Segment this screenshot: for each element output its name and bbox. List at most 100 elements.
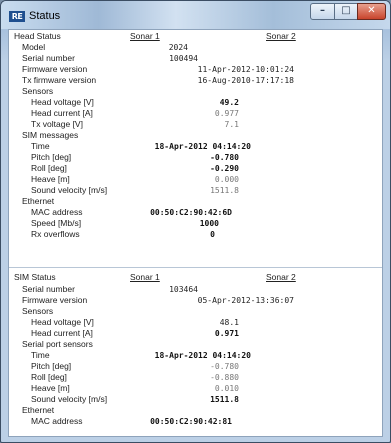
head-status-group: Head Status Sonar 1 Sonar 2 Model 2024 S… [9,30,382,263]
sim-messages-row: SIM messages [9,130,382,141]
sim-ethernet-label: Ethernet [22,405,55,415]
sim-status-header: SIM Status Sonar 1 Sonar 2 [9,272,382,283]
sim-head-voltage-row: Head voltage [V] 48.1 [9,317,382,328]
model-value: 2024 [168,43,188,52]
rx-overflows-value: 0 [210,230,215,239]
head-current-row: Head current [A] 0.977 [9,108,382,119]
serial-row: Serial number 100494 [9,53,382,64]
sim-heave-row: Heave [m] 0.010 [9,383,382,394]
mac-value: 00:50:C2:90:42:6D [150,208,232,217]
title-bar[interactable]: RE Status – □ ✕ [1,1,390,29]
sim-sensors-label: Sensors [22,306,54,316]
speed-row: Speed [Mb/s] 1000 [9,218,382,229]
tx-firmware-value: 16-Aug-2010-17:17:18 [197,76,294,85]
sim-pitch-row: Pitch [deg] -0.780 [9,361,382,372]
sim-head-current-value: 0.971 [214,329,239,338]
ethernet-row: Ethernet [9,196,382,207]
ethernet-label: Ethernet [22,196,55,206]
sim-time-row: Time 18-Apr-2012 04:14:20 [9,350,382,361]
sim-messages-label: SIM messages [22,130,79,140]
sonar2-column-header: Sonar 2 [266,31,296,41]
window-title: Status [29,10,61,22]
sim-heave-label: Heave [m] [31,383,70,393]
pitch-label: Pitch [deg] [31,152,72,162]
sensors-label: Sensors [22,86,54,96]
sim-sound-velocity-value: 1511.8 [210,395,239,404]
tx-voltage-label: Tx voltage [V] [31,119,83,129]
serial-value: 100494 [169,54,198,63]
rx-overflows-label: Rx overflows [31,229,80,239]
sim-roll-value: -0.880 [210,373,239,382]
sim-sound-velocity-row: Sound velocity [m/s] 1511.8 [9,394,382,405]
sim-roll-row: Roll [deg] -0.880 [9,372,382,383]
mac-label: MAC address [31,207,83,217]
sim-sonar1-column-header: Sonar 1 [130,272,160,282]
sim-heave-value: 0.010 [214,384,239,393]
firmware-label: Firmware version [22,64,88,74]
sim-sound-velocity-label: Sound velocity [m/s] [31,394,108,404]
sim-firmware-row: Firmware version 05-Apr-2012-13:36:07 [9,295,382,306]
sim-sensors-row: Sensors [9,306,382,317]
sim-pitch-label: Pitch [deg] [31,361,72,371]
status-panel: Head Status Sonar 1 Sonar 2 Model 2024 S… [8,29,383,437]
sound-velocity-label: Sound velocity [m/s] [31,185,108,195]
sim-head-voltage-label: Head voltage [V] [31,317,94,327]
serial-label: Serial number [22,53,75,63]
sound-velocity-row: Sound velocity [m/s] 1511.8 [9,185,382,196]
time-row: Time 18-Apr-2012 04:14:20 [9,141,382,152]
minimize-button[interactable]: – [310,3,335,20]
model-row: Model 2024 [9,42,382,53]
sensors-row: Sensors [9,86,382,97]
tx-firmware-row: Tx firmware version 16-Aug-2010-17:17:18 [9,75,382,86]
head-status-header: Head Status Sonar 1 Sonar 2 [9,31,382,42]
sim-sonar2-column-header: Sonar 2 [266,272,296,282]
tx-voltage-value: 7.1 [224,120,239,129]
time-label: Time [31,141,50,151]
head-current-value: 0.977 [214,109,239,118]
head-voltage-value: 49.2 [219,98,239,107]
sim-firmware-label: Firmware version [22,295,88,305]
pitch-row: Pitch [deg] -0.780 [9,152,382,163]
tx-firmware-label: Tx firmware version [22,75,97,85]
sim-firmware-value: 05-Apr-2012-13:36:07 [197,296,294,305]
roll-value: -0.290 [210,164,239,173]
sim-serial-value: 103464 [169,285,198,294]
head-status-title: Head Status [14,31,61,41]
sim-mac-row: MAC address 00:50:C2:90:42:81 [9,416,382,427]
serial-port-sensors-row: Serial port sensors [9,339,382,350]
sim-mac-label: MAC address [31,416,83,426]
sim-status-title: SIM Status [14,272,56,282]
sim-time-label: Time [31,350,50,360]
head-current-label: Head current [A] [31,108,93,118]
serial-port-sensors-label: Serial port sensors [22,339,93,349]
maximize-button[interactable]: □ [334,3,358,20]
status-window: RE Status – □ ✕ Head Status Sonar 1 Sona… [0,0,391,443]
tx-voltage-row: Tx voltage [V] 7.1 [9,119,382,130]
sim-head-current-row: Head current [A] 0.971 [9,328,382,339]
sonar1-column-header: Sonar 1 [130,31,160,41]
sim-pitch-value: -0.780 [210,362,239,371]
sim-status-group: SIM Status Sonar 1 Sonar 2 Serial number… [9,267,382,436]
heave-label: Heave [m] [31,174,70,184]
sim-time-value: 18-Apr-2012 04:14:20 [154,351,251,360]
firmware-value: 11-Apr-2012-10:01:24 [197,65,294,74]
time-value: 18-Apr-2012 04:14:20 [154,142,251,151]
heave-row: Heave [m] 0.000 [9,174,382,185]
speed-value: 1000 [199,219,219,228]
sound-velocity-value: 1511.8 [210,186,239,195]
roll-row: Roll [deg] -0.290 [9,163,382,174]
pitch-value: -0.780 [210,153,239,162]
sim-head-current-label: Head current [A] [31,328,93,338]
head-voltage-label: Head voltage [V] [31,97,94,107]
close-button[interactable]: ✕ [357,3,386,20]
firmware-row: Firmware version 11-Apr-2012-10:01:24 [9,64,382,75]
sim-serial-row: Serial number 103464 [9,284,382,295]
sim-serial-label: Serial number [22,284,75,294]
sim-head-voltage-value: 48.1 [219,318,239,327]
heave-value: 0.000 [214,175,239,184]
sim-ethernet-row: Ethernet [9,405,382,416]
head-voltage-row: Head voltage [V] 49.2 [9,97,382,108]
sim-mac-value: 00:50:C2:90:42:81 [150,417,232,426]
speed-label: Speed [Mb/s] [31,218,82,228]
model-label: Model [22,42,46,52]
